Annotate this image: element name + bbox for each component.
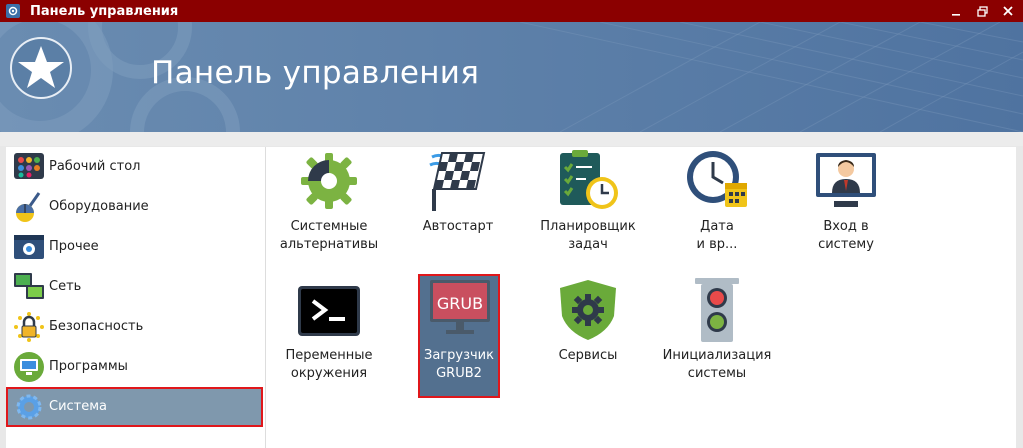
grub-icon: GRUB bbox=[430, 280, 490, 334]
sidebar-item-label: Программы bbox=[49, 359, 128, 374]
restore-icon bbox=[976, 5, 988, 17]
system-gear-icon bbox=[16, 394, 42, 420]
sidebar-item-system[interactable]: Система bbox=[6, 387, 263, 427]
lock-sun-icon bbox=[14, 312, 44, 342]
sidebar-item-label: Оборудование bbox=[49, 199, 149, 214]
gear-icon bbox=[301, 153, 357, 209]
sidebar-item-other[interactable]: Прочее bbox=[8, 229, 261, 265]
desktop-palette-icon bbox=[14, 153, 44, 179]
control-panel-star-icon bbox=[10, 37, 72, 99]
minimize-button[interactable] bbox=[949, 4, 963, 18]
category-sidebar: Рабочий стол Оборудование Прочее Сеть Бе… bbox=[6, 147, 266, 448]
window-title: Панель управления bbox=[30, 3, 179, 19]
sidebar-item-programs[interactable]: Программы bbox=[8, 349, 261, 385]
tile-login[interactable]: Вход в систему bbox=[786, 147, 906, 267]
tile-label: Планировщик задач bbox=[540, 219, 636, 252]
minimize-icon bbox=[952, 14, 960, 16]
clock-calendar-icon bbox=[687, 151, 747, 207]
tile-label: Дата и вр... bbox=[696, 219, 738, 252]
sidebar-item-label: Система bbox=[49, 399, 108, 414]
tile-label: Переменные окружения bbox=[285, 348, 373, 381]
traffic-light-icon bbox=[695, 278, 739, 342]
close-button[interactable] bbox=[1001, 4, 1015, 18]
banner-title: Панель управления bbox=[151, 55, 480, 91]
tile-label: Вход в систему bbox=[818, 219, 874, 252]
tile-label: Системные альтернативы bbox=[279, 219, 379, 252]
tile-system-alternatives[interactable]: Системные альтернативы bbox=[269, 147, 389, 267]
tile-grub-loader[interactable]: GRUB Загрузчик GRUB2 bbox=[418, 274, 500, 398]
tile-services[interactable]: Сервисы bbox=[528, 276, 648, 396]
terminal-icon bbox=[298, 286, 360, 336]
tile-autostart[interactable]: Автостарт bbox=[398, 147, 518, 267]
shield-gear-icon bbox=[560, 280, 616, 340]
tile-environment-variables[interactable]: Переменные окружения bbox=[269, 276, 389, 396]
sidebar-item-label: Рабочий стол bbox=[49, 159, 141, 174]
tile-date-time[interactable]: Дата и вр... bbox=[657, 147, 777, 267]
header-banner: Панель управления bbox=[0, 22, 1023, 132]
tile-system-init[interactable]: Инициализация системы bbox=[657, 276, 777, 396]
sidebar-item-label: Прочее bbox=[49, 239, 99, 254]
sidebar-item-hardware[interactable]: Оборудование bbox=[8, 189, 261, 225]
tile-label: Инициализация системы bbox=[662, 348, 772, 381]
sidebar-item-label: Безопасность bbox=[49, 319, 144, 334]
maximize-button[interactable] bbox=[975, 4, 989, 18]
network-monitors-icon bbox=[14, 273, 44, 299]
task-clock-icon bbox=[560, 150, 618, 209]
tile-label: Сервисы bbox=[558, 348, 618, 363]
tile-task-scheduler[interactable]: Планировщик задач bbox=[528, 147, 648, 267]
sidebar-item-network[interactable]: Сеть bbox=[8, 269, 261, 305]
mouse-pen-icon bbox=[16, 192, 41, 222]
app-gear-icon bbox=[6, 4, 20, 18]
divider bbox=[0, 132, 1023, 146]
close-icon bbox=[1003, 6, 1013, 16]
sidebar-item-label: Сеть bbox=[49, 279, 82, 294]
title-bar: Панель управления bbox=[0, 0, 1023, 22]
grub-icon-text: GRUB bbox=[437, 294, 483, 313]
sidebar-item-desktop[interactable]: Рабочий стол bbox=[8, 149, 261, 185]
checkered-flag-icon bbox=[429, 152, 486, 211]
applet-grid: Системные альтернативы Автостарт Планиро… bbox=[266, 147, 1016, 448]
tile-label: Загрузчик GRUB2 bbox=[424, 348, 494, 381]
sidebar-item-security[interactable]: Безопасность bbox=[8, 309, 261, 345]
user-monitor-icon bbox=[816, 153, 876, 207]
tile-label: Автостарт bbox=[422, 219, 494, 234]
window-gear-icon bbox=[14, 235, 44, 259]
monitor-icon bbox=[14, 352, 44, 382]
